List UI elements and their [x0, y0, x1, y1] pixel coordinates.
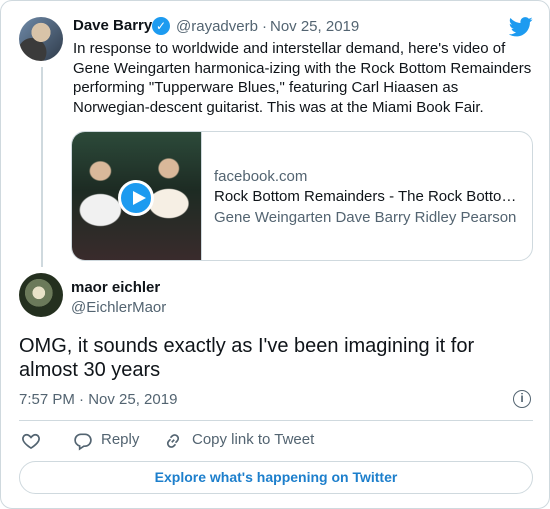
divider — [19, 420, 533, 421]
reply-author-name[interactable]: maor eichler — [71, 279, 160, 296]
copy-link-button[interactable]: Copy link to Tweet — [192, 431, 314, 451]
heart-icon[interactable] — [21, 431, 41, 451]
twitter-bird-icon[interactable] — [509, 17, 533, 37]
author-handle[interactable]: @rayadverb — [176, 18, 258, 35]
author-name[interactable]: Dave Barry — [73, 17, 152, 34]
link-icon[interactable] — [163, 431, 183, 451]
separator-dot: · — [262, 18, 267, 35]
play-icon[interactable] — [118, 180, 154, 216]
link-preview-card[interactable]: facebook.com Rock Bottom Remainders - Th… — [71, 131, 533, 261]
explore-twitter-button[interactable]: Explore what's happening on Twitter — [19, 461, 533, 494]
reply-button[interactable]: Reply — [101, 431, 139, 451]
reply-author-handle[interactable]: @EichlerMaor — [71, 299, 166, 316]
verified-badge-icon: ✓ — [152, 17, 170, 35]
tweet-date[interactable]: Nov 25, 2019 — [270, 18, 359, 35]
link-title: Rock Bottom Remainders - The Rock Botto… — [214, 188, 517, 205]
reply-text: OMG, it sounds exactly as I've been imag… — [19, 335, 475, 381]
reply-icon[interactable] — [73, 431, 93, 451]
reply-timestamp[interactable]: 7:57 PM · Nov 25, 2019 — [19, 391, 177, 408]
thread-connector-line — [41, 67, 43, 267]
avatar[interactable] — [19, 17, 63, 61]
reply-avatar[interactable] — [19, 273, 63, 317]
tweet-embed-card: Dave Barry ✓ @rayadverb · Nov 25, 2019 I… — [0, 0, 550, 509]
video-thumbnail[interactable] — [72, 132, 202, 260]
link-domain: facebook.com — [214, 168, 308, 185]
link-description: Gene Weingarten Dave Barry Ridley Pearso… — [214, 209, 517, 226]
tweet-text: In response to worldwide and interstella… — [73, 40, 532, 116]
info-icon[interactable]: i — [513, 390, 531, 408]
